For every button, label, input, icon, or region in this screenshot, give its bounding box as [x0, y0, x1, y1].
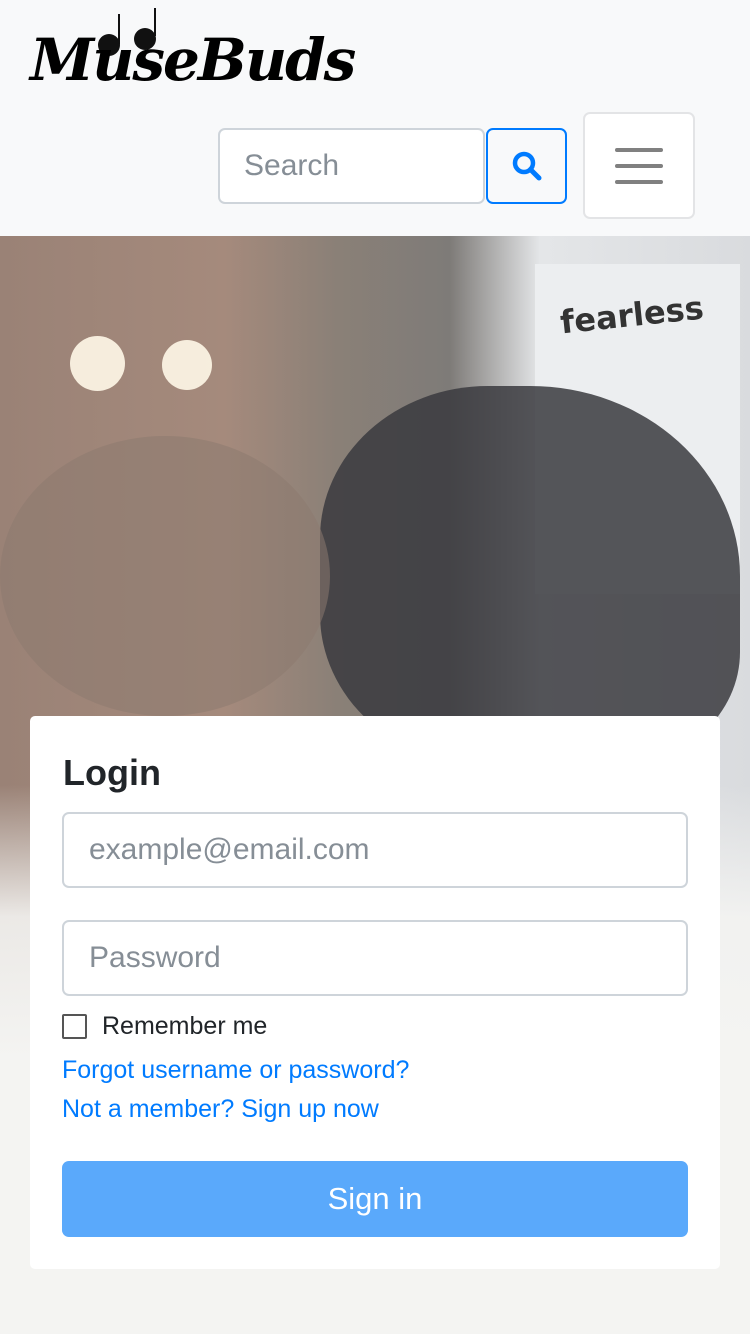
email-input[interactable]	[62, 812, 688, 888]
sign-in-button[interactable]: Sign in	[62, 1161, 688, 1237]
menu-toggle-button[interactable]	[583, 112, 695, 219]
search-icon	[512, 151, 541, 181]
login-title: Login	[63, 752, 161, 793]
hamburger-icon	[615, 147, 663, 152]
remember-me-checkbox[interactable]	[62, 1014, 87, 1039]
logo-text: MuseBuds	[30, 26, 356, 94]
signup-link[interactable]: Not a member? Sign up now	[62, 1095, 379, 1124]
forgot-password-link[interactable]: Forgot username or password?	[62, 1056, 409, 1085]
navbar: MuseBuds	[0, 0, 750, 236]
search-button[interactable]	[486, 128, 567, 204]
password-input[interactable]	[62, 920, 688, 996]
search-input[interactable]	[218, 128, 485, 204]
remember-me-label: Remember me	[102, 1012, 268, 1040]
remember-me[interactable]: Remember me	[62, 1012, 267, 1041]
logo[interactable]: MuseBuds	[30, 6, 356, 96]
login-card: Login Remember me Forgot username or pas…	[30, 716, 720, 1269]
